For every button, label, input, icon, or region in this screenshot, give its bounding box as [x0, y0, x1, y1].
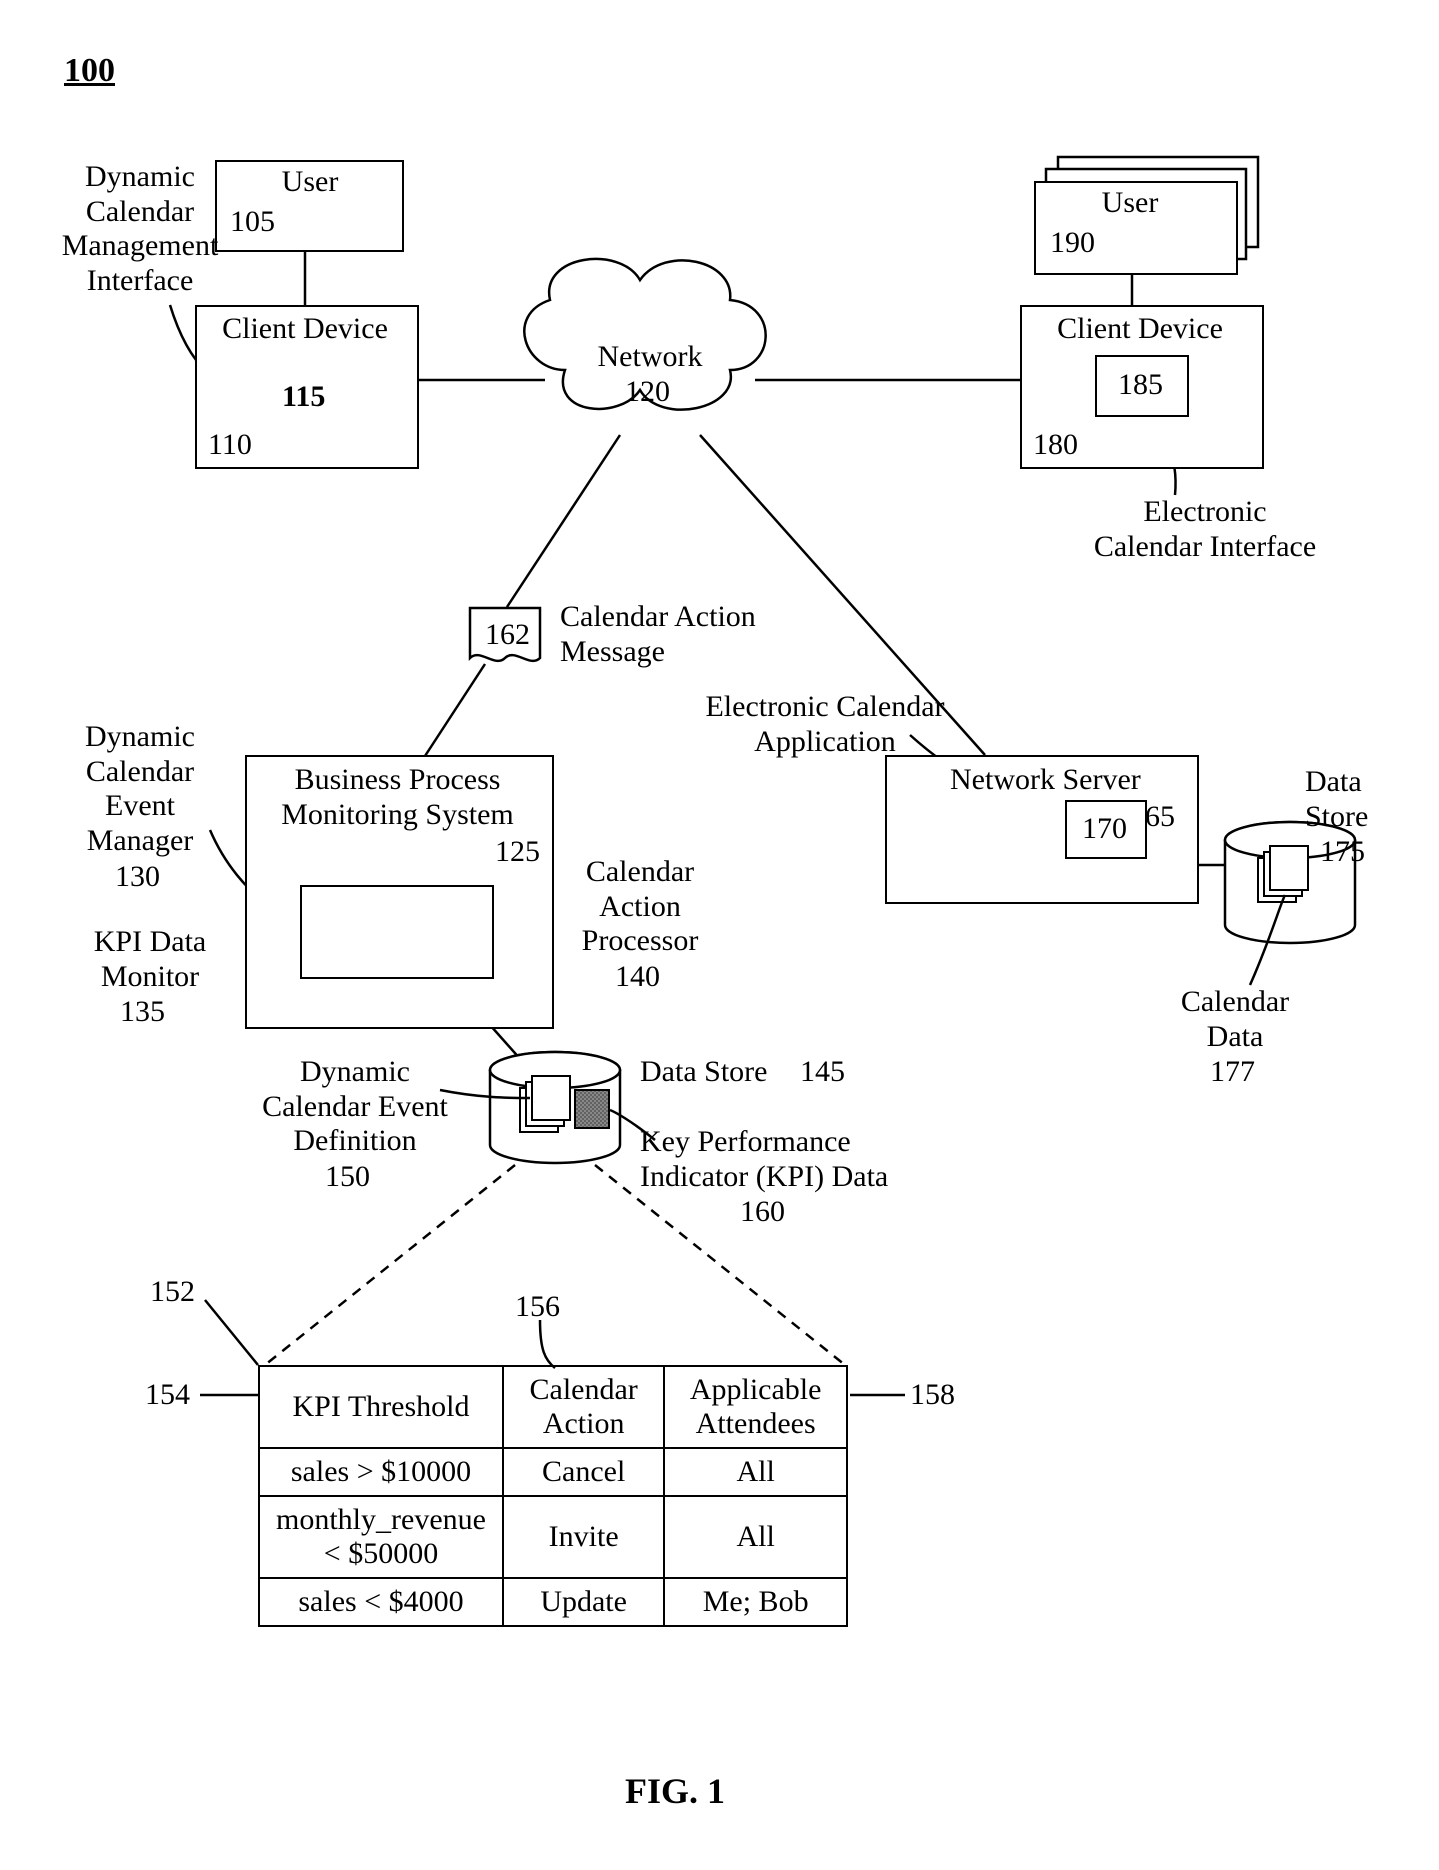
- col-header-kpi: KPI Threshold: [259, 1366, 503, 1448]
- label-cam: Calendar Action Message: [560, 600, 810, 669]
- ref-115: 115: [282, 380, 325, 414]
- label-network: Network: [585, 340, 715, 375]
- label-dcem: Dynamic Calendar Event Manager: [65, 720, 215, 858]
- ref-110: 110: [208, 428, 252, 462]
- bpms-inner-box: [300, 885, 494, 979]
- ref-160: 160: [740, 1195, 785, 1229]
- label-data-store-right: Data Store: [1305, 765, 1415, 834]
- ref-180: 180: [1033, 428, 1078, 462]
- ref-130: 130: [115, 860, 160, 894]
- label-cap: Calendar Action Processor: [560, 855, 720, 959]
- ref-170: 170: [1082, 812, 1127, 846]
- ref-145: 145: [800, 1055, 845, 1089]
- label-dced: Dynamic Calendar Event Definition: [245, 1055, 465, 1159]
- label-client-right: Client Device: [1035, 312, 1245, 347]
- label-calendar-data: Calendar Data: [1155, 985, 1315, 1054]
- ref-150: 150: [325, 1160, 370, 1194]
- ref-158: 158: [910, 1378, 955, 1412]
- label-eca: Electronic Calendar Application: [680, 690, 970, 759]
- ref-135: 135: [120, 995, 165, 1029]
- ref-154: 154: [145, 1378, 190, 1412]
- figure-caption: FIG. 1: [625, 1770, 725, 1812]
- ref-162: 162: [485, 618, 530, 652]
- kpi-threshold-table: KPI Threshold Calendar Action Applicable…: [258, 1365, 848, 1627]
- col-header-action: Calendar Action: [503, 1366, 664, 1448]
- label-network-server: Network Server: [950, 763, 1180, 798]
- label-bpms: Business Process Monitoring System: [260, 763, 535, 832]
- col-header-attendees: Applicable Attendees: [664, 1366, 847, 1448]
- label-kpi-monitor: KPI Data Monitor: [70, 925, 230, 994]
- ref-185: 185: [1118, 368, 1163, 402]
- label-user-left: User: [260, 165, 360, 200]
- ref-177: 177: [1210, 1055, 1255, 1089]
- table-row: monthly_revenue < $50000 Invite All: [259, 1496, 847, 1578]
- table-row: sales < $4000 Update Me; Bob: [259, 1578, 847, 1626]
- label-eci: Electronic Calendar Interface: [1070, 495, 1340, 564]
- ref-175: 175: [1320, 835, 1365, 869]
- diagram-canvas: 100: [0, 0, 1439, 1870]
- label-user-right: User: [1080, 186, 1180, 221]
- ref-120: 120: [625, 375, 670, 409]
- label-dcmi: Dynamic Calendar Management Interface: [50, 160, 230, 298]
- ref-190: 190: [1050, 226, 1095, 260]
- label-kpi-data: Key Performance Indicator (KPI) Data: [640, 1125, 930, 1194]
- ref-152: 152: [150, 1275, 195, 1309]
- ref-156: 156: [515, 1290, 560, 1324]
- table-row: sales > $10000 Cancel All: [259, 1448, 847, 1496]
- table-header-row: KPI Threshold Calendar Action Applicable…: [259, 1366, 847, 1448]
- label-data-store-left: Data Store: [640, 1055, 800, 1090]
- label-client-left: Client Device: [210, 312, 400, 347]
- ref-105: 105: [230, 205, 275, 239]
- ref-125: 125: [495, 835, 540, 869]
- ref-140: 140: [615, 960, 660, 994]
